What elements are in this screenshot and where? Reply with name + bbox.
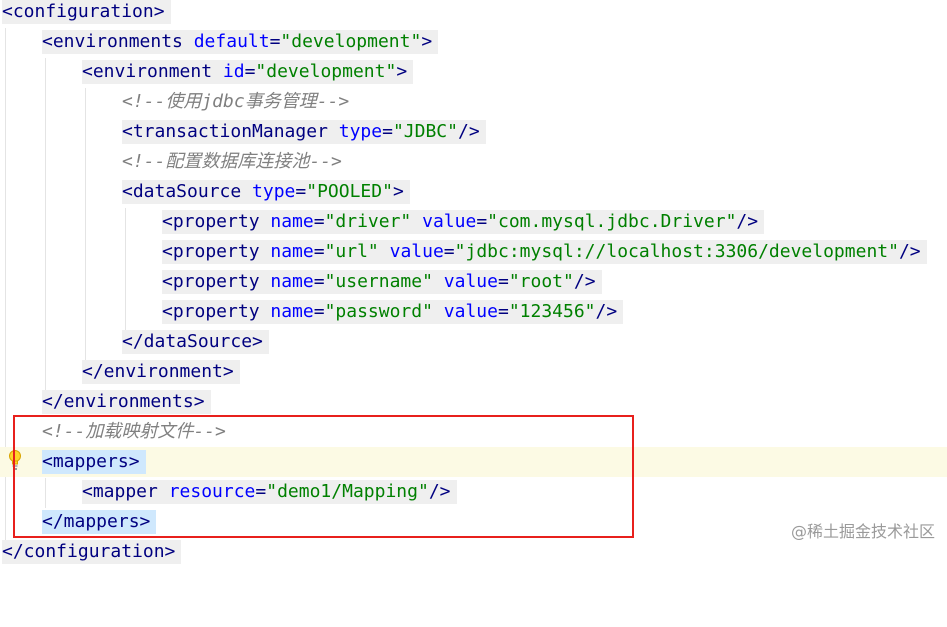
code-fragment: </environment>	[82, 360, 240, 384]
code-line[interactable]: <configuration>	[0, 0, 947, 27]
code-line[interactable]: </environments>	[0, 387, 947, 417]
code-fragment: </configuration>	[2, 540, 182, 564]
code-line[interactable]: <!--使用jdbc事务管理-->	[0, 87, 947, 117]
code-fragment: <mapper resource="demo1/Mapping"/>	[82, 480, 457, 504]
code-comment: <!--加载映射文件-->	[42, 421, 226, 442]
matched-tag-mappers-close: </mappers>	[42, 510, 157, 534]
code-comment: <!--使用jdbc事务管理-->	[122, 91, 350, 112]
code-line[interactable]: <property name="password" value="123456"…	[0, 297, 947, 327]
code-line[interactable]: <property name="url" value="jdbc:mysql:/…	[0, 237, 947, 267]
code-line[interactable]: <!--配置数据库连接池-->	[0, 147, 947, 177]
code-fragment: <transactionManager type="JDBC"/>	[122, 120, 486, 144]
code-line[interactable]: </dataSource>	[0, 327, 947, 357]
matched-tag-mappers-open: <mappers>	[42, 450, 146, 474]
code-line[interactable]: <property name="username" value="root"/>	[0, 267, 947, 297]
code-line[interactable]: <environments default="development">	[0, 27, 947, 57]
code-fragment: <environments default="development">	[42, 30, 439, 54]
code-line[interactable]: <!--加载映射文件-->	[0, 417, 947, 447]
code-line-current[interactable]: <mappers>	[0, 447, 947, 477]
code-line[interactable]: <property name="driver" value="com.mysql…	[0, 207, 947, 237]
code-line[interactable]: <dataSource type="POOLED">	[0, 177, 947, 207]
code-fragment: </environments>	[42, 390, 211, 414]
code-line[interactable]: </environment>	[0, 357, 947, 387]
code-fragment: <property name="url" value="jdbc:mysql:/…	[162, 240, 927, 264]
code-fragment: <environment id="development">	[82, 60, 414, 84]
code-comment: <!--配置数据库连接池-->	[122, 151, 342, 172]
code-line[interactable]: <transactionManager type="JDBC"/>	[0, 117, 947, 147]
code-editor[interactable]: <configuration> <environments default="d…	[0, 0, 947, 564]
code-fragment: <property name="driver" value="com.mysql…	[162, 210, 765, 234]
code-fragment: <property name="username" value="root"/>	[162, 270, 602, 294]
code-fragment: <dataSource type="POOLED">	[122, 180, 410, 204]
code-fragment: </dataSource>	[122, 330, 269, 354]
code-fragment: <property name="password" value="123456"…	[162, 300, 624, 324]
code-line[interactable]: <environment id="development">	[0, 57, 947, 87]
lightbulb-icon[interactable]	[8, 449, 22, 471]
watermark: @稀土掘金技术社区	[790, 522, 935, 541]
code-fragment: <configuration>	[2, 0, 171, 24]
code-line[interactable]: <mapper resource="demo1/Mapping"/>	[0, 477, 947, 507]
